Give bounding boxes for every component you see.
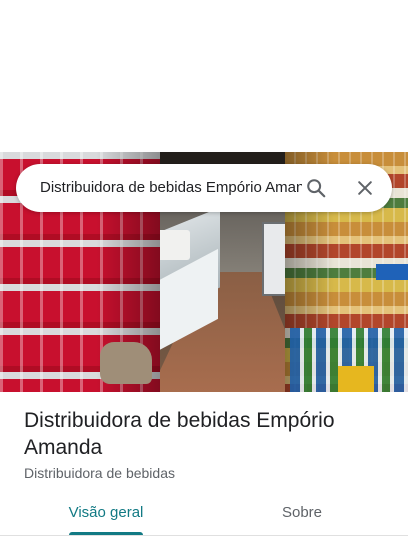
- tab-about[interactable]: Sobre: [252, 498, 352, 536]
- place-title: Distribuidora de bebidas Empório Amanda: [24, 409, 335, 459]
- search-button[interactable]: [300, 172, 332, 204]
- close-button[interactable]: [349, 172, 381, 204]
- search-input[interactable]: Distribuidora de bebidas Empório Amanda: [40, 164, 302, 212]
- search-icon: [307, 179, 326, 198]
- tabs-divider: [0, 535, 408, 536]
- top-blank-area: [0, 0, 408, 152]
- photo-blue-box: [376, 264, 408, 280]
- photo-yellow-pack: [338, 366, 374, 392]
- photo-bag: [100, 342, 152, 384]
- tab-overview[interactable]: Visão geral: [56, 498, 156, 536]
- search-box[interactable]: Distribuidora de bebidas Empório Amanda: [16, 164, 392, 212]
- place-category: Distribuidora de bebidas: [24, 465, 175, 481]
- close-icon: [358, 181, 372, 195]
